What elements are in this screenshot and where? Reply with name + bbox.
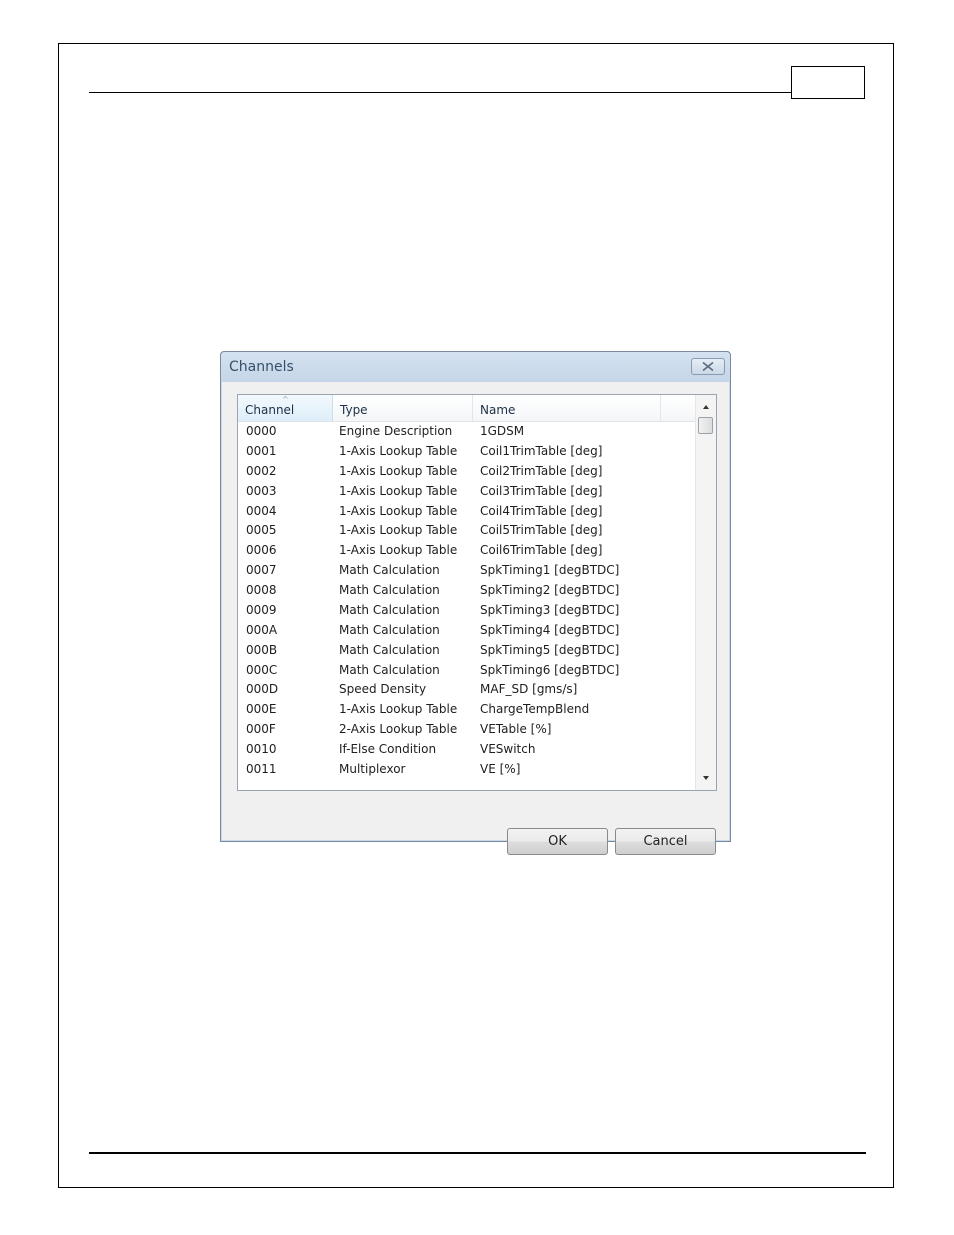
cell-channel: 0001 [246,443,277,458]
list-header: ^ Channel Type Name [238,395,696,422]
cell-channel: 0004 [246,503,277,518]
list-item[interactable]: 0004 1-Axis Lookup Table Coil4TrimTable [d… [238,502,696,522]
dialog-title: Channels [229,359,294,375]
cell-channel: 000B [246,642,278,657]
header-rule [89,92,791,93]
cell-name: Coil5TrimTable [deg] [480,523,603,538]
list-item[interactable]: 0008 Math Calculation SpkTiming2 [degBTDC] [238,581,696,601]
list-item[interactable]: 000D Speed Density MAF_SD [gms/s] [238,680,696,700]
cell-name: SpkTiming1 [degBTDC] [480,563,620,578]
list-item[interactable]: 0002 1-Axis Lookup Table Coil2TrimTable [d… [238,462,696,482]
channels-dialog: Channels ^ Channel Type Name 0000Engine [220,351,731,855]
list-item[interactable]: 0001 1-Axis Lookup Table Coil1TrimTable [d… [238,442,696,462]
list-item[interactable]: 0009 Math Calculation SpkTiming3 [degBTDC] [238,601,696,621]
vertical-scrollbar[interactable] [695,395,716,790]
cell-channel: 0007 [246,563,277,578]
cell-name: SpkTiming4 [degBTDC] [480,622,620,637]
cell-channel: 0000 [246,424,277,438]
list-item[interactable]: 0003 1-Axis Lookup Table Coil3TrimTable [d… [238,482,696,502]
cell-name: SpkTiming6 [degBTDC] [480,662,620,677]
close-button[interactable] [691,358,725,375]
cell-type: 1-Axis Lookup Table [339,523,458,538]
cell-channel: 0009 [246,602,277,617]
cell-channel: 0005 [246,523,277,538]
cell-channel: 0010 [246,742,277,756]
cell-name: Coil4TrimTable [deg] [480,503,603,518]
column-header-channel[interactable]: ^ Channel [238,395,333,421]
list-item[interactable]: 0007 Math Calculation SpkTiming1 [degBTDC] [238,561,696,581]
cell-name: Coil6TrimTable [deg] [480,543,603,558]
list-item[interactable]: 0000 Engine Description 1GDSM [238,422,696,442]
list-rows: 0000 Engine Description 1GDSM 0001 1-Axis Lo… [238,422,696,780]
scroll-thumb[interactable] [698,417,713,434]
list-item[interactable]: 0005 1-Axis Lookup Table Coil5TrimTable [d… [238,521,696,541]
cell-type: Math Calculation [339,662,440,677]
channels-list[interactable]: ^ Channel Type Name 0000 Engine Descripti… [237,394,717,791]
cell-channel: 000A [246,622,278,637]
column-header-type[interactable]: Type [333,395,473,421]
cancel-button[interactable]: Cancel [615,828,716,855]
cell-name: Coil1TrimTable [deg] [480,443,603,458]
cell-channel: 000D [246,682,279,697]
cell-type: 1-Axis Lookup Table [339,702,458,717]
list-item[interactable]: 0010 If-Else Condition VESwitch [238,740,696,760]
cell-type: If-Else Condition [339,742,437,756]
cell-name: SpkTiming2 [degBTDC] [480,583,620,597]
column-header-name-label: Name [480,403,516,417]
cell-type: 1-Axis Lookup Table [339,463,458,478]
dialog-titlebar[interactable]: Channels [221,352,730,382]
cell-type: Math Calculation [339,602,440,617]
cell-type: Speed Density [339,682,427,697]
cell-type: 1-Axis Lookup Table [339,443,458,458]
cell-type: Math Calculation [339,583,440,597]
cell-channel: 000C [246,662,278,677]
cell-channel: 0011 [246,761,277,776]
cell-type: Multiplexor [339,761,406,776]
cell-name: VESwitch [480,742,536,756]
cell-channel: 000E [246,702,277,717]
column-header-type-label: Type [340,403,368,417]
close-icon [702,362,714,371]
cell-type: 1-Axis Lookup Table [339,483,458,498]
list-item[interactable]: 000A Math Calculation SpkTiming4 [degBTDC] [238,621,696,641]
cell-name: 1GDSM [480,424,525,438]
column-header-channel-label: Channel [245,403,295,417]
cell-name: SpkTiming5 [degBTDC] [480,642,620,657]
cell-name: VETable [%] [480,722,552,737]
list-item[interactable]: 000C Math Calculation SpkTiming6 [degBTDC] [238,661,696,681]
cell-channel: 0002 [246,463,277,478]
page-number-box [791,66,865,99]
list-item[interactable]: 000E 1-Axis Lookup Table ChargeTempBlend [238,700,696,720]
cell-type: Math Calculation [339,563,440,578]
cell-type: 1-Axis Lookup Table [339,503,458,518]
cell-type: Math Calculation [339,622,440,637]
cell-name: ChargeTempBlend [480,702,590,717]
cell-channel: 0008 [246,583,277,597]
cell-name: SpkTiming3 [degBTDC] [480,602,620,617]
dialog-client-area: ^ Channel Type Name 0000 Engine Descripti… [222,382,729,855]
list-item[interactable]: 000F 2-Axis Lookup Table VETable [%] [238,720,696,740]
ok-button[interactable]: OK [507,828,608,855]
list-item[interactable]: 0011 Multiplexor VE [%] [238,760,696,780]
cell-type: 1-Axis Lookup Table [339,543,458,558]
scroll-up-arrow-icon[interactable] [699,399,713,415]
list-item[interactable]: 000B Math Calculation SpkTiming5 [degBTDC] [238,641,696,661]
sort-ascending-icon: ^ [282,395,289,404]
cell-type: Engine Description [339,424,453,438]
list-item[interactable]: 0006 1-Axis Lookup Table Coil6TrimTable [d… [238,541,696,561]
cell-channel: 0006 [246,543,277,558]
column-header-name[interactable]: Name [473,395,661,421]
cell-name: VE [%] [480,761,521,776]
cell-name: MAF_SD [gms/s] [480,682,578,697]
cell-type: 2-Axis Lookup Table [339,722,458,737]
scroll-down-arrow-icon[interactable] [699,770,713,786]
footer-rule [89,1152,866,1154]
cell-type: Math Calculation [339,642,440,657]
cell-channel: 000F [246,722,276,737]
cell-name: Coil2TrimTable [deg] [480,463,603,478]
cell-name: Coil3TrimTable [deg] [480,483,603,498]
cell-channel: 0003 [246,483,277,498]
